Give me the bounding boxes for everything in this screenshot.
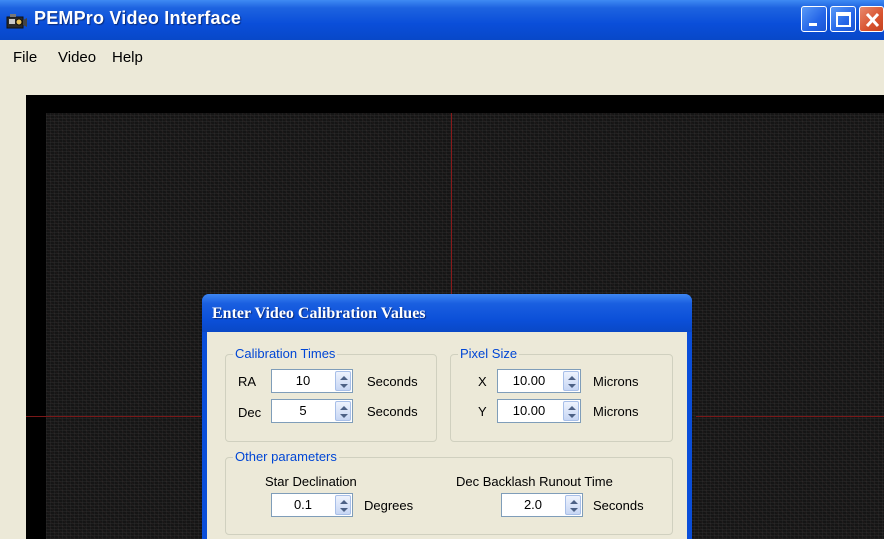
dec-label: Dec: [238, 405, 262, 420]
window-title: PEMPro Video Interface: [34, 8, 242, 28]
dec-spin-button[interactable]: [335, 401, 351, 421]
camera-icon: [6, 12, 28, 30]
pixel-y-spinner[interactable]: 10.00: [497, 399, 581, 423]
star-declination-spinner[interactable]: 0.1: [271, 493, 353, 517]
pixel-size-label: Pixel Size: [458, 346, 520, 361]
menu-help[interactable]: Help: [112, 49, 143, 66]
spin-updown-icon: [340, 500, 348, 512]
ra-spin-button[interactable]: [335, 371, 351, 391]
pixel-x-unit: Microns: [593, 374, 639, 389]
pixel-y-spin-button[interactable]: [563, 401, 579, 421]
crosshair-horizontal-left: [26, 416, 201, 417]
pixel-y-value: 10.00: [512, 403, 546, 418]
ra-spinner[interactable]: 10: [271, 369, 353, 393]
backlash-spinner[interactable]: 2.0: [501, 493, 583, 517]
star-declination-spin-button[interactable]: [335, 495, 351, 515]
spin-updown-icon: [568, 376, 576, 388]
window-titlebar[interactable]: PEMPro Video Interface: [0, 0, 884, 40]
menu-video[interactable]: Video: [58, 49, 96, 66]
dialog-title: Enter Video Calibration Values: [212, 305, 426, 322]
pixel-x-spinner[interactable]: 10.00: [497, 369, 581, 393]
dec-spinner[interactable]: 5: [271, 399, 353, 423]
pixel-size-group: Pixel Size: [450, 346, 673, 442]
star-declination-unit: Degrees: [364, 498, 414, 513]
calibration-dialog: Enter Video Calibration Values Calibrati…: [202, 294, 692, 539]
backlash-label: Dec Backlash Runout Time: [456, 474, 613, 489]
ra-label: RA: [238, 374, 257, 389]
dec-value: 5: [299, 403, 307, 418]
backlash-value: 2.0: [523, 497, 543, 512]
spin-updown-icon: [570, 500, 578, 512]
pixel-x-label: X: [478, 374, 487, 389]
close-icon: [865, 12, 880, 28]
pixel-x-value: 10.00: [512, 373, 546, 388]
dec-unit: Seconds: [367, 404, 418, 419]
backlash-unit: Seconds: [593, 498, 644, 513]
close-button[interactable]: [859, 6, 884, 32]
ra-value: 10: [295, 373, 311, 388]
menu-bar: File Video Help: [0, 40, 884, 74]
maximize-button[interactable]: [830, 6, 856, 32]
pixel-x-spin-button[interactable]: [563, 371, 579, 391]
spin-updown-icon: [340, 406, 348, 418]
pixel-y-label: Y: [478, 404, 487, 419]
maximize-icon: [836, 12, 851, 27]
spin-updown-icon: [568, 406, 576, 418]
menu-file[interactable]: File: [13, 49, 37, 66]
pixel-y-unit: Microns: [593, 404, 639, 419]
other-parameters-label: Other parameters: [233, 449, 339, 464]
ra-unit: Seconds: [367, 374, 418, 389]
backlash-spin-button[interactable]: [565, 495, 581, 515]
minimize-button[interactable]: [801, 6, 827, 32]
star-declination-label: Star Declination: [265, 474, 357, 489]
crosshair-horizontal-right: [696, 416, 884, 417]
spin-updown-icon: [340, 376, 348, 388]
crosshair-vertical: [451, 113, 452, 299]
calibration-times-label: Calibration Times: [233, 346, 338, 361]
star-declination-value: 0.1: [293, 497, 313, 512]
dialog-titlebar[interactable]: Enter Video Calibration Values: [202, 294, 692, 332]
minimize-icon: [809, 23, 817, 26]
dialog-body: Calibration Times RA 10 Seconds Dec 5 Se…: [207, 332, 687, 539]
calibration-times-group: Calibration Times: [225, 346, 437, 442]
